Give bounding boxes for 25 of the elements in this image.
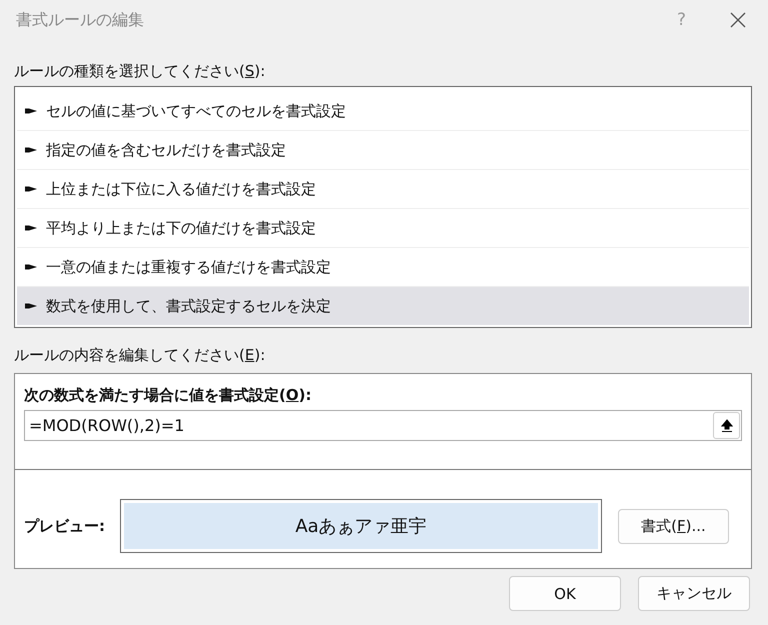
- section-label: ルールの内容を編集してください(E):: [14, 346, 266, 366]
- up-arrow-icon: [720, 418, 732, 432]
- rule-type-item[interactable]: セルの値に基づいてすべてのセルを書式設定: [17, 92, 749, 131]
- formula-field[interactable]: =MOD(ROW(),2)=1: [24, 410, 742, 441]
- rule-type-item[interactable]: 数式を使用して、書式設定するセルを決定: [17, 287, 749, 325]
- section-label: ルールの種類を選択してください(S):: [14, 62, 266, 82]
- rule-type-item[interactable]: 平均より上または下の値だけを書式設定: [17, 209, 749, 248]
- pointer-icon: [25, 302, 37, 310]
- pointer-icon: [25, 224, 37, 232]
- format-button[interactable]: 書式(F)...: [618, 508, 729, 544]
- collapse-button[interactable]: [713, 412, 740, 439]
- preview-label: プレビュー:: [24, 516, 106, 536]
- pointer-icon: [25, 107, 37, 115]
- cancel-button[interactable]: キャンセル: [638, 576, 750, 611]
- ok-button[interactable]: OK: [509, 576, 621, 611]
- preview-text: Aaあぁアァ亜宇: [295, 515, 427, 538]
- close-icon: [730, 12, 746, 28]
- formula-label: 次の数式を満たす場合に値を書式設定(O):: [24, 386, 312, 406]
- pointer-icon: [25, 185, 37, 193]
- pointer-icon: [25, 146, 37, 154]
- window-title: 書式ルールの編集: [16, 10, 145, 30]
- rule-type-item[interactable]: 上位または下位に入る値だけを書式設定: [17, 170, 749, 209]
- close-button[interactable]: [730, 12, 746, 28]
- pointer-icon: [25, 263, 37, 271]
- rule-type-item[interactable]: 指定の値を含むセルだけを書式設定: [17, 131, 749, 170]
